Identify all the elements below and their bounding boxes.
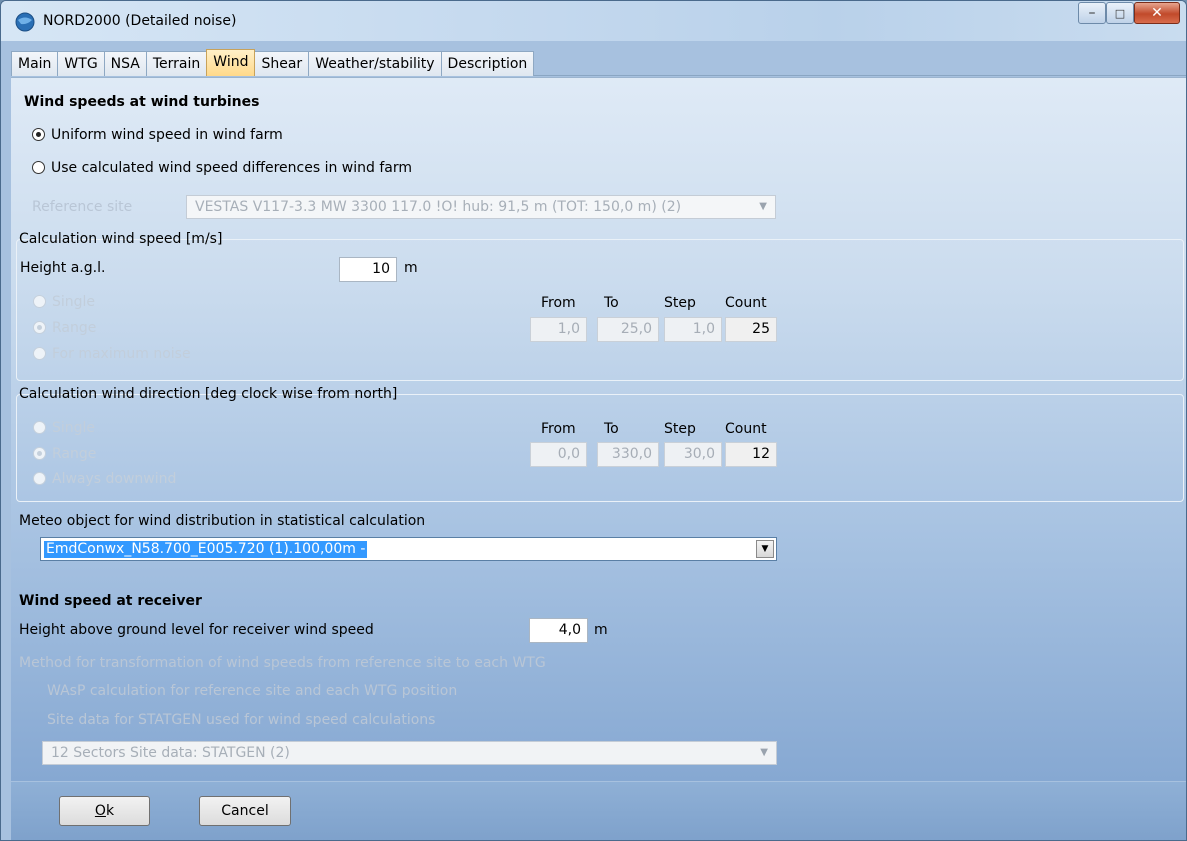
dir-col-from: From <box>541 421 576 437</box>
speed-radio-max-noise[interactable]: For maximum noise <box>33 346 191 362</box>
tab-weather-stability[interactable]: Weather/stability <box>308 51 442 76</box>
dir-single-label: Single <box>52 420 96 436</box>
reference-site-label: Reference site <box>32 199 133 215</box>
dir-from-input[interactable]: 0,0 <box>530 442 587 467</box>
radio-uniform-label: Uniform wind speed in wind farm <box>51 127 283 143</box>
ok-mnemonic: O <box>94 803 106 819</box>
chevron-down-icon[interactable]: ▼ <box>756 540 774 558</box>
window-title: NORD2000 (Detailed noise) <box>43 13 237 29</box>
close-button[interactable]: ✕ <box>1134 2 1180 24</box>
button-bar: Ok Cancel <box>11 782 1186 840</box>
title-bar[interactable]: NORD2000 (Detailed noise) – □ ✕ <box>1 1 1186 41</box>
meteo-label: Meteo object for wind distribution in st… <box>19 513 426 529</box>
window-controls: – □ ✕ <box>1078 2 1180 24</box>
cancel-button[interactable]: Cancel <box>199 796 291 826</box>
nord2000-dialog: NORD2000 (Detailed noise) – □ ✕ Main WTG… <box>0 0 1187 841</box>
dir-count-value: 12 <box>725 442 777 467</box>
dir-down-label: Always downwind <box>52 471 177 487</box>
meteo-object-value: EmdConwx_N58.700_E005.720 (1).100,00m - <box>44 541 368 558</box>
height-agl-unit: m <box>404 260 418 276</box>
speed-step-input[interactable]: 1,0 <box>664 317 722 342</box>
dir-col-to: To <box>604 421 619 437</box>
chevron-down-icon: ▼ <box>760 747 768 758</box>
speed-max-label: For maximum noise <box>52 346 191 362</box>
dir-col-step: Step <box>664 421 696 437</box>
receiver-heading: Wind speed at receiver <box>19 593 202 609</box>
radio-calculated-label: Use calculated wind speed differences in… <box>51 160 412 176</box>
minimize-button[interactable]: – <box>1078 2 1106 24</box>
speed-range-label: Range <box>52 320 97 336</box>
speed-range-indicator <box>33 321 46 334</box>
height-agl-label: Height a.g.l. <box>20 260 106 276</box>
tab-description[interactable]: Description <box>440 51 535 76</box>
method-statgen-option[interactable]: Site data for STATGEN used for wind spee… <box>47 712 435 728</box>
method-wasp-option[interactable]: WAsP calculation for reference site and … <box>47 683 457 699</box>
tab-terrain[interactable]: Terrain <box>145 51 208 76</box>
tab-nsa[interactable]: NSA <box>103 51 147 76</box>
speed-col-count: Count <box>725 295 767 311</box>
radio-calculated-indicator <box>32 161 45 174</box>
height-agl-input[interactable]: 10 <box>339 257 397 282</box>
meteo-object-select[interactable]: EmdConwx_N58.700_E005.720 (1).100,00m - … <box>40 537 777 561</box>
reference-site-value: VESTAS V117-3.3 MW 3300 117.0 !O! hub: 9… <box>195 199 682 215</box>
speed-to-input[interactable]: 25,0 <box>597 317 659 342</box>
speed-single-label: Single <box>52 294 96 310</box>
close-icon: ✕ <box>1151 5 1163 21</box>
dir-radio-range[interactable]: Range <box>33 446 96 462</box>
wind-speed-group <box>16 239 1184 381</box>
reference-site-select[interactable]: VESTAS V117-3.3 MW 3300 117.0 !O! hub: 9… <box>186 195 776 219</box>
receiver-height-unit: m <box>594 622 608 638</box>
app-globe-icon <box>15 12 35 32</box>
radio-uniform-wind-speed[interactable]: Uniform wind speed in wind farm <box>32 127 283 143</box>
wind-tab-panel: Wind speeds at wind turbines Uniform win… <box>11 77 1186 781</box>
dir-radio-always-downwind[interactable]: Always downwind <box>33 471 176 487</box>
speed-from-input[interactable]: 1,0 <box>530 317 587 342</box>
dir-single-indicator <box>33 421 46 434</box>
sector-select[interactable]: 12 Sectors Site data: STATGEN (2) ▼ <box>42 741 777 765</box>
dir-step-input[interactable]: 30,0 <box>664 442 722 467</box>
dir-range-indicator <box>33 447 46 460</box>
radio-calculated-differences[interactable]: Use calculated wind speed differences in… <box>32 160 412 176</box>
tab-wtg[interactable]: WTG <box>57 51 105 76</box>
speed-max-indicator <box>33 347 46 360</box>
sector-value: 12 Sectors Site data: STATGEN (2) <box>51 745 290 761</box>
tab-wind[interactable]: Wind <box>206 49 256 76</box>
minimize-icon: – <box>1088 5 1096 21</box>
dir-range-label: Range <box>52 446 97 462</box>
dir-radio-single[interactable]: Single <box>33 420 95 436</box>
speed-col-step: Step <box>664 295 696 311</box>
speed-radio-range[interactable]: Range <box>33 320 96 336</box>
speed-single-indicator <box>33 295 46 308</box>
method-label: Method for transformation of wind speeds… <box>19 655 546 671</box>
maximize-icon: □ <box>1114 6 1126 20</box>
wind-speed-group-label: Calculation wind speed [m/s] <box>19 231 223 247</box>
ok-button[interactable]: Ok <box>59 796 150 826</box>
tab-strip: Main WTG NSA Terrain Wind Shear Weather/… <box>11 49 1186 76</box>
speed-col-from: From <box>541 295 576 311</box>
receiver-height-input[interactable]: 4,0 <box>529 618 588 643</box>
chevron-down-icon: ▼ <box>759 201 767 212</box>
turbines-heading: Wind speeds at wind turbines <box>24 94 260 110</box>
speed-col-to: To <box>604 295 619 311</box>
receiver-height-label: Height above ground level for receiver w… <box>19 622 374 638</box>
speed-count-value: 25 <box>725 317 777 342</box>
dir-col-count: Count <box>725 421 767 437</box>
tab-shear[interactable]: Shear <box>254 51 310 76</box>
dir-down-indicator <box>33 472 46 485</box>
wind-direction-group-label: Calculation wind direction [deg clock wi… <box>19 386 398 402</box>
tab-main[interactable]: Main <box>11 51 59 76</box>
maximize-button[interactable]: □ <box>1106 2 1134 24</box>
radio-uniform-indicator <box>32 128 45 141</box>
speed-radio-single[interactable]: Single <box>33 294 95 310</box>
dir-to-input[interactable]: 330,0 <box>597 442 659 467</box>
ok-label: k <box>105 803 115 819</box>
